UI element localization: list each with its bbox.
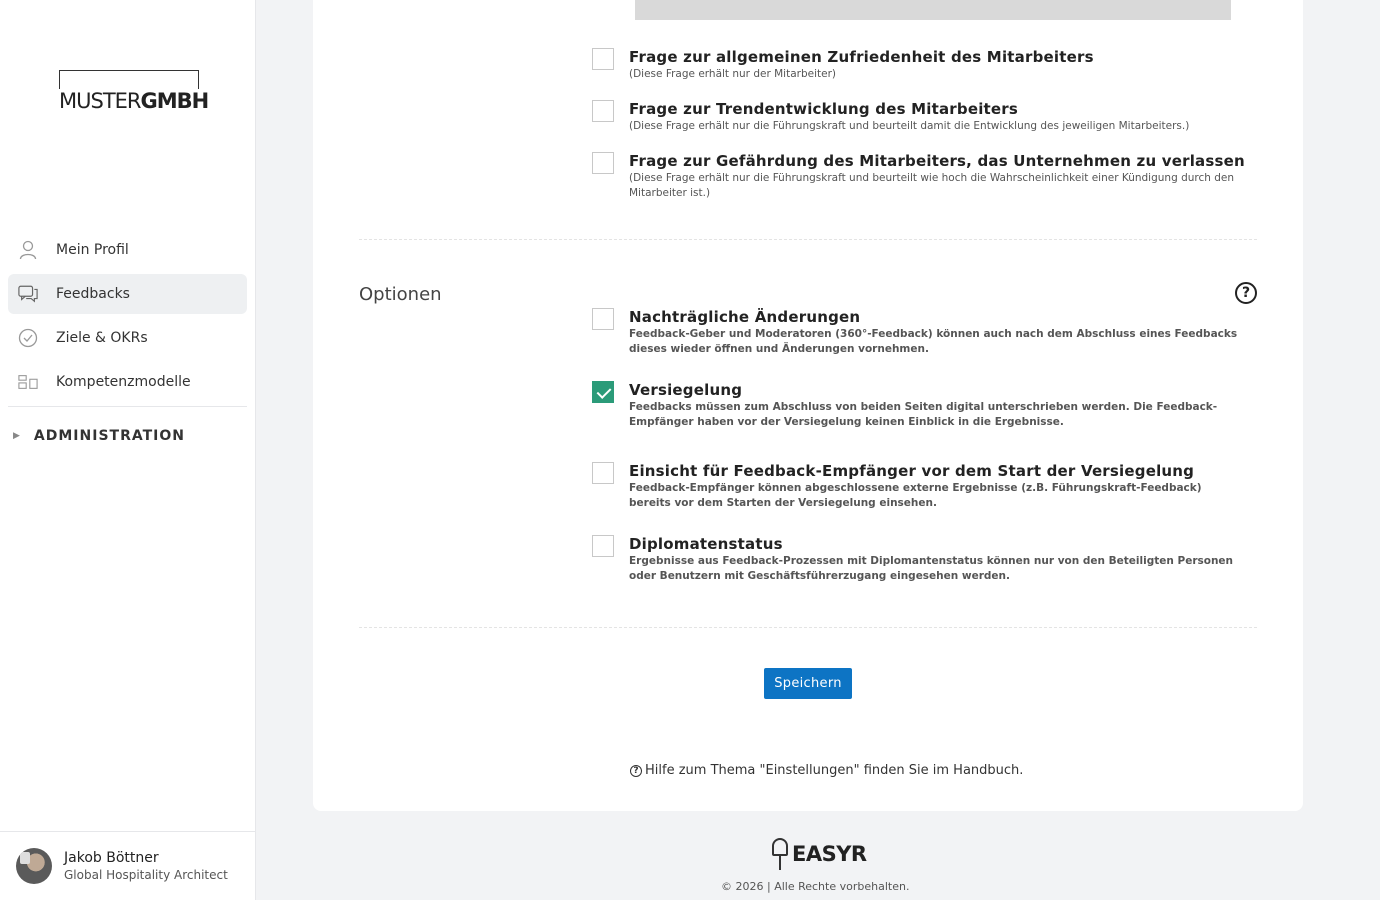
- setting-option: Versiegelung Feedbacks müssen zum Abschl…: [592, 380, 1252, 428]
- setting-option: Nachträgliche Änderungen Feedback-Geber …: [592, 307, 1252, 355]
- help-hint: ? Hilfe zum Thema "Einstellungen" finden…: [630, 763, 1023, 778]
- option-description: Feedbacks müssen zum Abschluss von beide…: [629, 401, 1218, 428]
- profile-name: Jakob Böttner: [64, 850, 159, 866]
- nav-label: Kompetenzmodelle: [56, 374, 191, 390]
- setting-checkbox[interactable]: [592, 535, 614, 557]
- question-option: Frage zur Gefährdung des Mitarbeiters, d…: [592, 151, 1252, 201]
- question-option: Frage zur allgemeinen Zufriedenheit des …: [592, 47, 1252, 87]
- check-circle-icon: [18, 328, 38, 348]
- option-title: Frage zur Trendentwicklung des Mitarbeit…: [629, 100, 1019, 118]
- setting-checkbox[interactable]: [592, 308, 614, 330]
- option-description: Feedback-Geber und Moderatoren (360°-Fee…: [629, 328, 1238, 355]
- question-checkbox[interactable]: [592, 48, 614, 70]
- option-description: (Diese Frage erhält nur die Führungskraf…: [629, 120, 1190, 132]
- help-icon[interactable]: ?: [1235, 282, 1257, 304]
- sidebar: MUSTERGMBH Mein Profil Feedbacks Ziele &…: [0, 0, 256, 900]
- section-title-optionen: Optionen: [359, 284, 442, 305]
- option-title: Diplomatenstatus: [629, 535, 783, 553]
- option-description: Ergebnisse aus Feedback-Prozessen mit Di…: [629, 555, 1234, 582]
- models-icon: [18, 372, 38, 392]
- profile-text: Jakob Böttner Global Hospitality Archite…: [64, 849, 228, 883]
- save-button[interactable]: Speichern: [764, 668, 852, 699]
- option-title: Frage zur allgemeinen Zufriedenheit des …: [629, 48, 1094, 66]
- caret-right-icon: ▶: [13, 431, 20, 441]
- nav-label: Feedbacks: [56, 286, 130, 302]
- profile-role: Global Hospitality Architect: [64, 868, 228, 882]
- user-icon: [18, 240, 38, 260]
- nav-item-administration[interactable]: ▶ ADMINISTRATION: [8, 407, 247, 465]
- main-nav: Mein Profil Feedbacks Ziele & OKRs Kompe…: [8, 230, 247, 465]
- nav-item-feedbacks[interactable]: Feedbacks: [8, 274, 247, 314]
- option-description: Feedback-Empfänger können abgeschlossene…: [629, 482, 1202, 509]
- grey-placeholder-block: [635, 0, 1231, 20]
- nav-item-kompetenzmodelle[interactable]: Kompetenzmodelle: [8, 362, 247, 402]
- option-title: Nachträgliche Änderungen: [629, 308, 861, 326]
- question-checkbox[interactable]: [592, 100, 614, 122]
- logo-text: MUSTERGMBH: [59, 89, 213, 113]
- option-description: (Diese Frage erhält nur die Führungskraf…: [629, 172, 1235, 199]
- section-divider: [359, 627, 1257, 628]
- setting-option: Diplomatenstatus Ergebnisse aus Feedback…: [592, 534, 1252, 582]
- company-logo[interactable]: MUSTERGMBH: [59, 70, 213, 113]
- copyright: © 2026 | Alle Rechte vorbehalten.: [721, 880, 910, 893]
- nav-item-ziele-okrs[interactable]: Ziele & OKRs: [8, 318, 247, 358]
- question-option: Frage zur Trendentwicklung des Mitarbeit…: [592, 99, 1252, 139]
- nav-label: Ziele & OKRs: [56, 330, 148, 346]
- user-profile[interactable]: Jakob Böttner Global Hospitality Archite…: [0, 831, 255, 900]
- option-title: Frage zur Gefährdung des Mitarbeiters, d…: [629, 152, 1245, 170]
- settings-card: Frage zur allgemeinen Zufriedenheit des …: [313, 0, 1303, 811]
- chat-icon: [18, 284, 38, 304]
- setting-checkbox[interactable]: [592, 462, 614, 484]
- footer-brand: EASYR: [792, 842, 867, 866]
- pin-icon: [772, 838, 788, 870]
- setting-option: Einsicht für Feedback-Empfänger vor dem …: [592, 461, 1252, 509]
- admin-label: ADMINISTRATION: [33, 428, 185, 444]
- handbook-link[interactable]: Hilfe zum Thema "Einstellungen" finden S…: [645, 763, 1023, 778]
- question-checkbox[interactable]: [592, 152, 614, 174]
- nav-item-mein-profil[interactable]: Mein Profil: [8, 230, 247, 270]
- option-description: (Diese Frage erhält nur der Mitarbeiter): [629, 68, 836, 80]
- section-divider: [359, 239, 1257, 240]
- nav-label: Mein Profil: [56, 242, 129, 258]
- option-title: Versiegelung: [629, 381, 743, 399]
- question-circle-icon: ?: [630, 764, 642, 777]
- option-title: Einsicht für Feedback-Empfänger vor dem …: [629, 462, 1195, 480]
- setting-checkbox-checked[interactable]: [592, 381, 614, 403]
- avatar: [16, 848, 52, 884]
- footer-logo[interactable]: EASYR: [772, 838, 867, 870]
